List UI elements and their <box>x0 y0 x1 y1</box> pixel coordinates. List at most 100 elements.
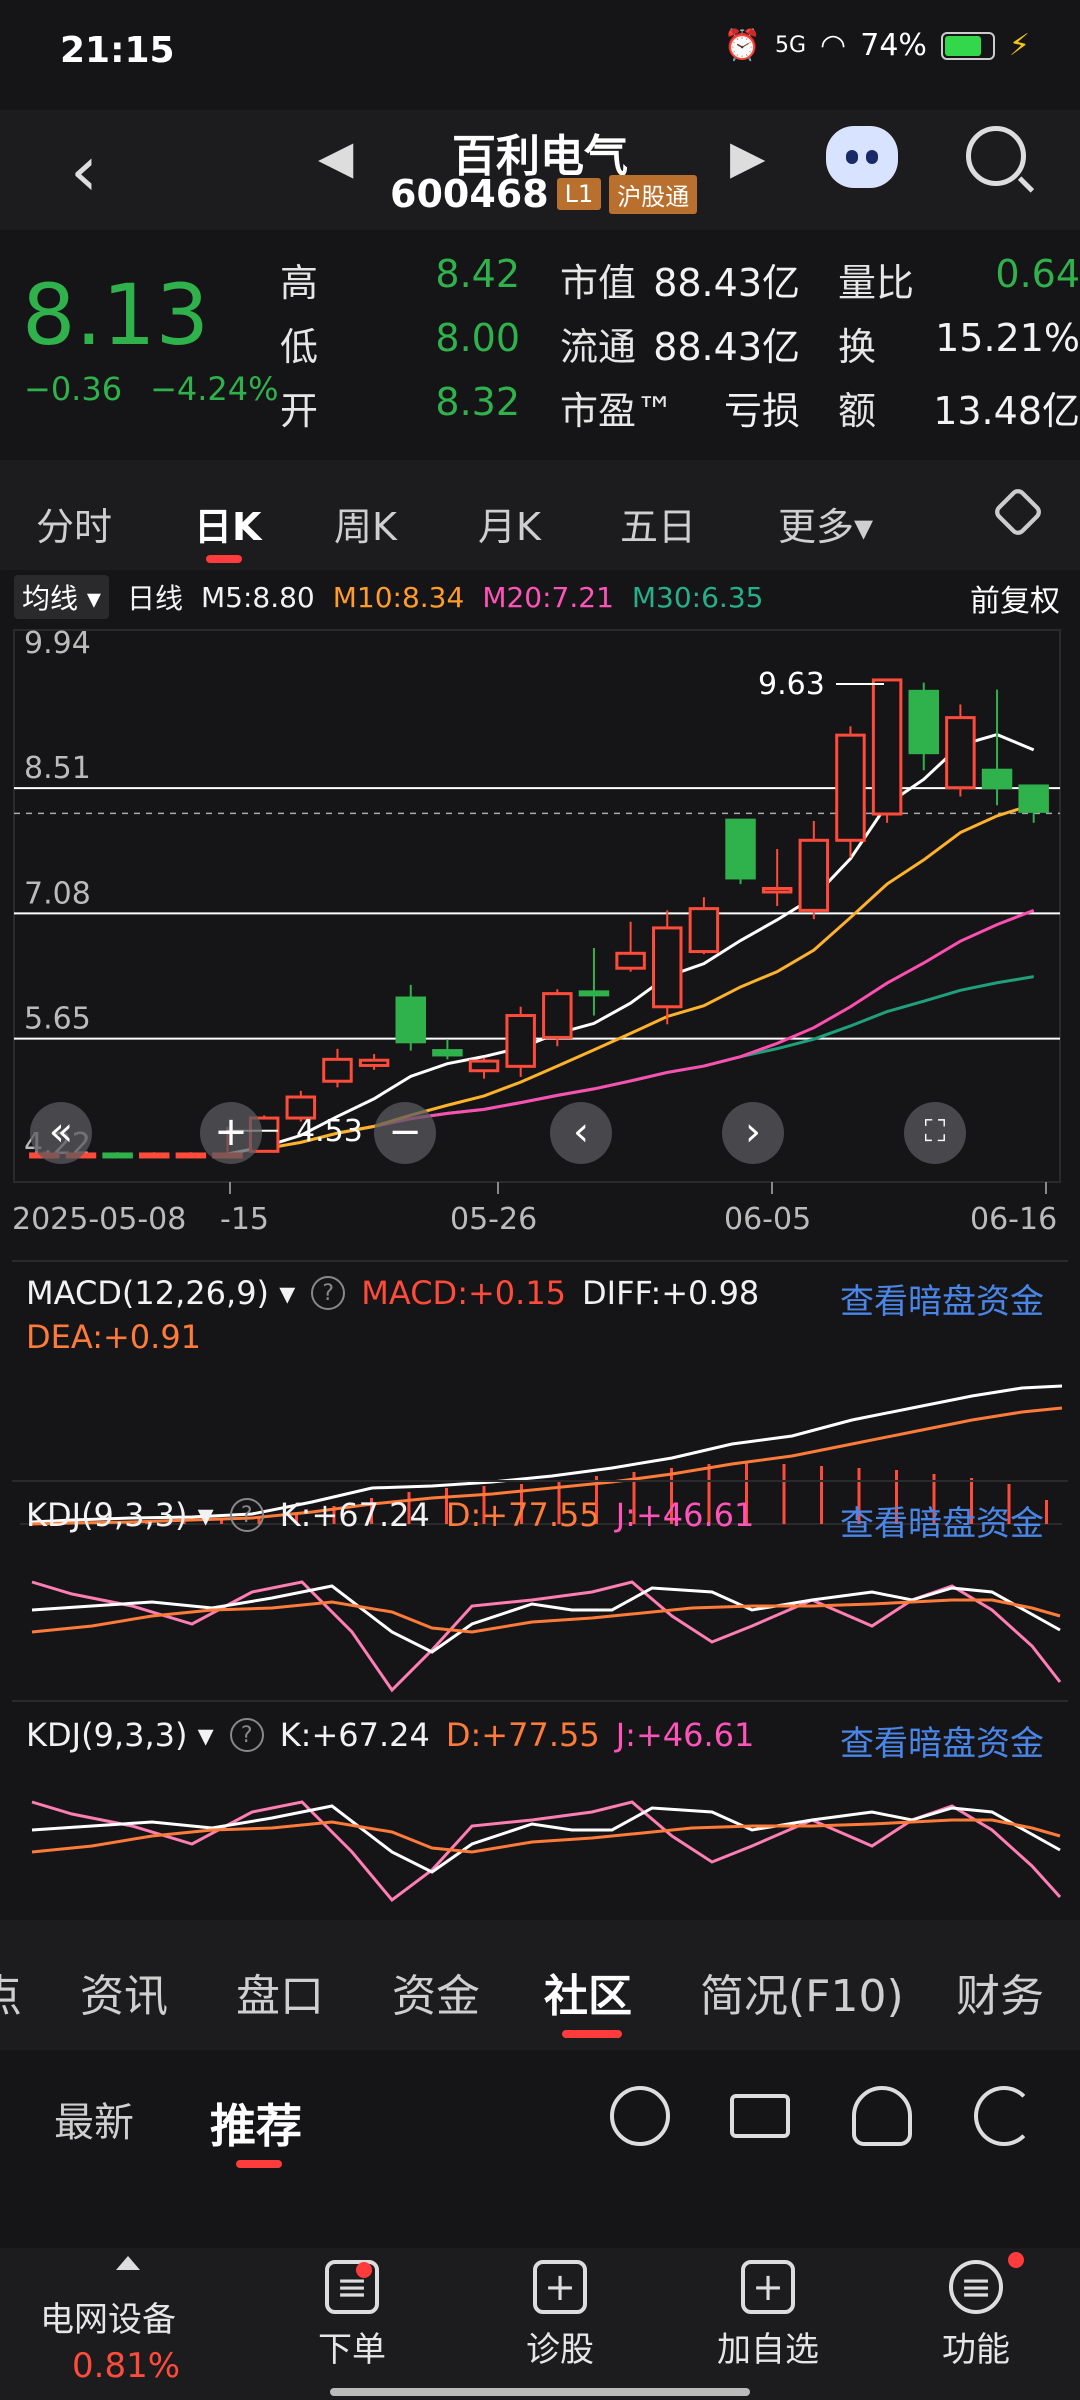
info-tabs: 点 资讯 盘口 资金 社区 简况(F10) 财务 <box>0 1920 1080 2050</box>
refresh-icon[interactable] <box>974 2086 1034 2146</box>
ma5-value: M5:8.80 <box>200 580 315 614</box>
candle <box>542 989 573 1047</box>
profile-icon[interactable] <box>852 2086 912 2146</box>
nav-functions-label: 功能 <box>942 2330 1010 2370</box>
nav-functions[interactable]: ≡ 功能 <box>906 2260 1046 2371</box>
tab-partial[interactable]: 点 <box>0 1960 22 2024</box>
candle-body <box>395 996 426 1044</box>
community-logo-icon[interactable] <box>610 2086 670 2146</box>
candle-body <box>578 990 610 997</box>
candle <box>358 1054 390 1070</box>
y-tick-label: 7.08 <box>24 876 91 911</box>
candle <box>505 1006 536 1077</box>
x-tick-3: 05-26 <box>450 1202 538 1237</box>
candle-body <box>322 1057 353 1083</box>
candle-body <box>542 992 573 1039</box>
zoom-in-icon[interactable]: + <box>200 1102 262 1164</box>
fullscreen-icon[interactable]: ⛶ <box>904 1102 966 1164</box>
nav-diagnose[interactable]: + 诊股 <box>490 2260 630 2371</box>
expand-up-icon[interactable] <box>116 2256 140 2270</box>
candle <box>615 921 646 972</box>
battery-icon <box>940 31 995 60</box>
info-tab-indicator <box>562 2030 622 2038</box>
nav-order-label: 下单 <box>318 2330 386 2370</box>
pe-value: 亏损 <box>723 389 800 433</box>
next-stock-icon[interactable]: ▶ <box>730 130 765 184</box>
home-indicator <box>330 2388 750 2396</box>
candle-body <box>358 1058 390 1067</box>
tab-daily-k[interactable]: 日K <box>194 496 261 551</box>
diagnose-icon: + <box>533 2260 587 2314</box>
status-icons: ⏰ 5G ◠ 74% ⚡ <box>724 28 1030 63</box>
quote-panel: 8.13 −0.36 −4.24% 高 8.42 低 8.00 开 8.32 市… <box>0 230 1080 460</box>
low-value: 8.00 <box>435 316 520 360</box>
candle <box>102 1152 133 1159</box>
mail-icon[interactable] <box>730 2094 790 2138</box>
candle-body <box>615 951 646 970</box>
tab-five-day[interactable]: 五日 <box>620 496 696 551</box>
tab-more[interactable]: 更多▾ <box>778 496 873 551</box>
network-icon: 5G <box>775 33 807 58</box>
kdj-panel-1: KDJ(9,3,3) ▾ ? K:+67.24 D:+77.55 J:+46.6… <box>12 1480 1068 1700</box>
candle-body <box>871 678 903 816</box>
assistant-robot-icon[interactable] <box>826 126 898 188</box>
candle <box>322 1048 353 1088</box>
high-label: 高 <box>280 261 319 305</box>
functions-badge-dot <box>1008 2252 1024 2268</box>
candle-body <box>945 716 976 790</box>
sector-name[interactable]: 电网设备 <box>40 2292 176 2341</box>
connect-badge: 沪股通 <box>609 174 698 214</box>
tab-weekly-k[interactable]: 周K <box>334 496 397 551</box>
status-bar: 21:15 ⏰ 5G ◠ 74% ⚡ <box>0 0 1080 110</box>
candle <box>798 821 830 920</box>
tab-latest[interactable]: 最新 <box>54 2090 134 2148</box>
candle <box>981 689 1013 806</box>
nav-diagnose-label: 诊股 <box>526 2330 594 2370</box>
stock-code-row: 600468 L1 沪股通 <box>390 172 698 216</box>
bottom-nav: 电网设备 0.81% ≡ 下单 + 诊股 + 加自选 ≡ 功能 <box>0 2248 1080 2400</box>
nav-order[interactable]: ≡ 下单 <box>282 2260 422 2371</box>
nav-add-watchlist[interactable]: + 加自选 <box>698 2260 838 2371</box>
tab-intraday[interactable]: 分时 <box>36 496 112 551</box>
candle-body <box>175 1152 207 1159</box>
tab-community[interactable]: 社区 <box>544 1960 632 2024</box>
price-change-pct: −4.24% <box>150 370 279 408</box>
open-value: 8.32 <box>435 380 520 424</box>
candle <box>688 897 720 955</box>
candle <box>908 682 939 771</box>
ma-legend: 均线 ▾ 日线 M5:8.80 M10:8.34 M20:7.21 M30:6.… <box>14 574 1080 620</box>
search-icon[interactable] <box>966 126 1026 186</box>
candle-body <box>688 907 720 954</box>
kdj1-chart <box>31 1580 1062 1693</box>
pe-label: 市盈™ <box>560 389 675 433</box>
zoom-out-icon[interactable]: − <box>374 1102 436 1164</box>
x-tick-4: 06-05 <box>724 1202 812 1237</box>
tab-funds[interactable]: 资金 <box>392 1960 480 2024</box>
scroll-right-icon[interactable]: › <box>722 1102 784 1164</box>
scroll-left-fast-icon[interactable]: « <box>30 1102 92 1164</box>
candle-body <box>835 733 866 842</box>
tab-monthly-k[interactable]: 月K <box>478 496 541 551</box>
kdj2-k-line <box>31 1804 1061 1874</box>
tab-recommended[interactable]: 推荐 <box>210 2090 302 2156</box>
adjust-mode[interactable]: 前复权 <box>970 576 1060 620</box>
candle <box>1018 784 1049 823</box>
wifi-icon: ◠ <box>820 28 847 63</box>
indicator-selector[interactable]: 均线 ▾ <box>14 575 109 619</box>
tab-orderbook[interactable]: 盘口 <box>236 1960 324 2024</box>
tab-finance[interactable]: 财务 <box>956 1960 1044 2024</box>
candle-body <box>468 1059 500 1073</box>
kdj1-k-line <box>31 1584 1061 1654</box>
scroll-left-icon[interactable]: ‹ <box>550 1102 612 1164</box>
candle-body <box>505 1014 536 1068</box>
candle-body <box>908 689 939 755</box>
tab-profile-f10[interactable]: 简况(F10) <box>700 1960 904 2024</box>
functions-icon: ≡ <box>949 2260 1003 2314</box>
chart-settings-icon[interactable] <box>991 485 1045 539</box>
period-label: 日线 <box>126 582 183 615</box>
candle-body <box>798 838 830 912</box>
ma30-value: M30:6.35 <box>631 580 764 614</box>
price-change-row: −0.36 −4.24% <box>24 370 279 408</box>
candle <box>725 818 756 885</box>
tab-news[interactable]: 资讯 <box>80 1960 168 2024</box>
